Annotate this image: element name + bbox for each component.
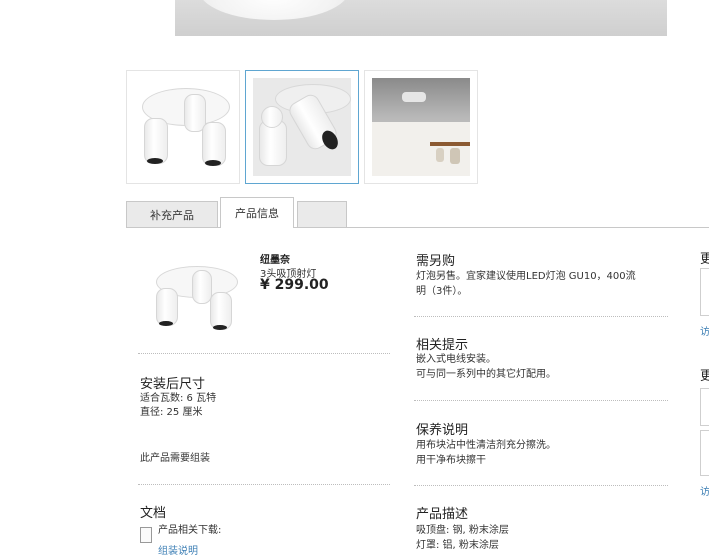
material-line: 吸顶盘: 钢, 粉末涂层 [416,525,509,536]
divider [414,485,668,486]
bulb-recommendation-line-2: 明（3件）。 [416,286,468,297]
size-heading: 安装后尺寸 [140,377,206,392]
tab-product-info[interactable]: 产品信息 [220,197,294,228]
care-heading: 保养说明 [416,423,469,438]
tip-line: 嵌入式电线安装。 [416,354,496,365]
spotlight-3-head-image [134,78,232,176]
tab-label: 补充产品 [150,208,194,222]
divider [138,484,390,485]
thumbnail-1[interactable] [126,70,240,184]
thumbnail-3[interactable] [364,70,478,184]
room-scene-image [372,78,470,176]
edge-link-top[interactable]: 访 [700,323,709,338]
care-line: 用干净布块擦干 [416,455,486,466]
wattage-text: 适合瓦数: 6 瓦特 [140,393,217,404]
product-name: 纽墨奈 [260,255,290,266]
tab-complementary[interactable]: 补充产品 [126,201,218,227]
tips-heading: 相关提示 [416,338,469,353]
divider [414,400,668,401]
bulb-recommendation-line-1: 灯泡另售。宜家建议使用LED灯泡 GU10，400流 [416,271,636,282]
tabs-baseline [126,227,709,228]
edge-heading-top: 更 [700,252,709,267]
tip-line: 可与同一系列中的其它灯配用。 [416,369,556,380]
thumbnail-2[interactable] [245,70,359,184]
product-image-small [152,262,240,334]
downloads-label: 产品相关下载: [158,525,222,536]
divider [138,353,390,354]
description-heading: 产品描述 [416,507,469,522]
tab-blank[interactable] [297,201,347,227]
care-line: 用布块沾中性清洁剂充分擦洗。 [416,440,556,451]
assembly-instructions-link[interactable]: 组装说明 [158,542,198,557]
tab-label: 产品信息 [235,207,279,220]
edge-link-bottom[interactable]: 访 [700,483,709,498]
edge-box-bottom [700,430,709,476]
assembly-note: 此产品需要组装 [140,453,210,464]
spotlight-closeup-image [253,78,351,176]
edge-heading-mid: 更 [700,369,709,384]
edge-box-mid [700,388,709,426]
document-icon [140,527,152,543]
buy-separately-heading: 需另购 [416,254,456,269]
main-product-image [175,0,667,36]
product-price: ¥ 299.00 [260,277,329,293]
edge-box-top [700,268,709,316]
diameter-text: 直径: 25 厘米 [140,407,203,418]
divider [414,316,668,317]
documents-heading: 文档 [140,506,167,521]
product-photo-highlight [199,0,349,20]
material-line: 灯罩: 铝, 粉末涂层 [416,540,499,551]
